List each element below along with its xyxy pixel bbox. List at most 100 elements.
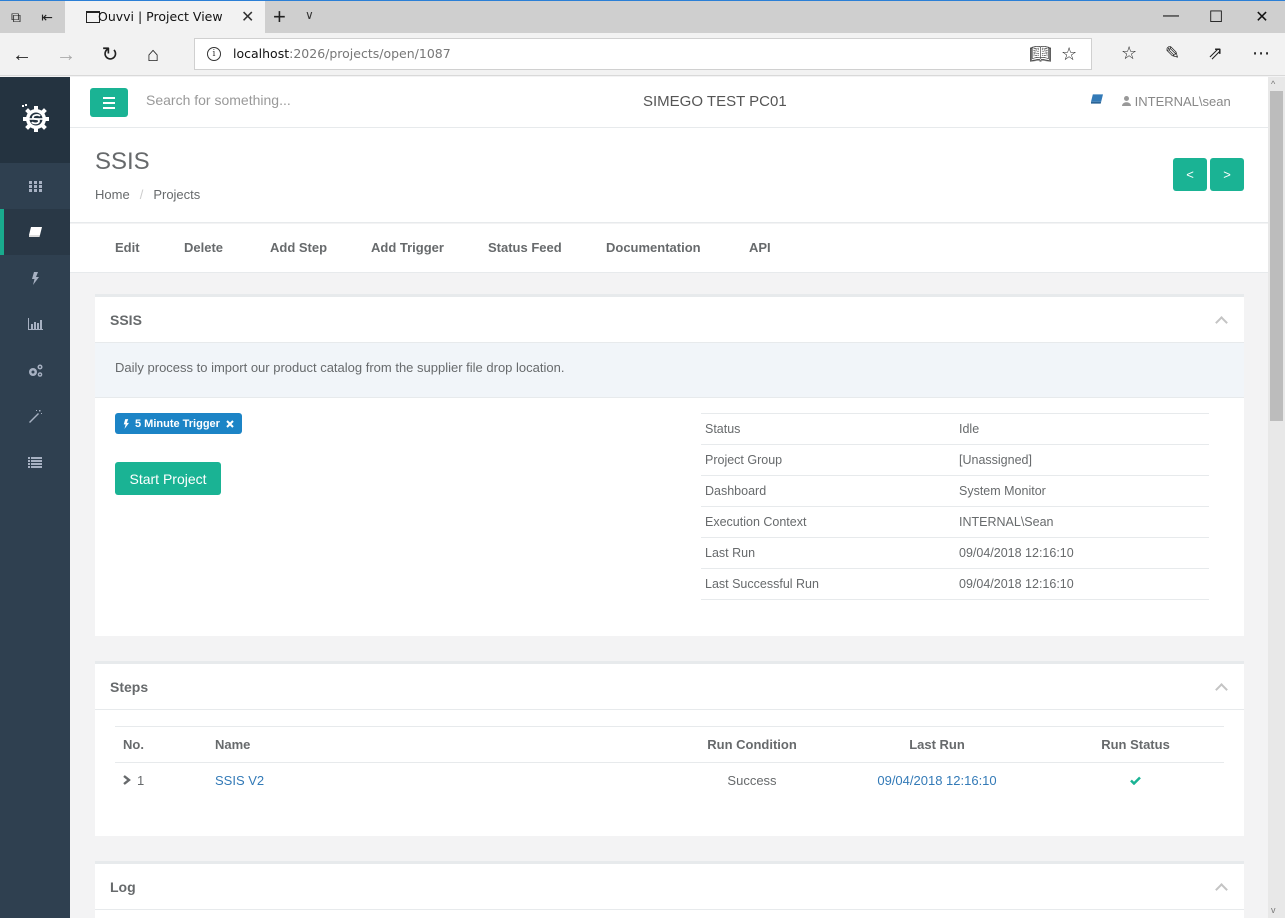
minimize-icon[interactable]: — [1156, 7, 1186, 25]
delete-link[interactable]: Delete [184, 240, 223, 255]
next-project-button[interactable]: > [1210, 158, 1244, 191]
log-panel-title: Log [110, 879, 136, 895]
bar-chart-icon [27, 318, 43, 330]
home-icon[interactable]: ⌂ [140, 42, 166, 68]
column-header-run-condition: Run Condition [677, 726, 827, 763]
step-last-run-link[interactable]: 09/04/2018 12:16:10 [877, 773, 996, 788]
project-panel: SSIS Daily process to import our product… [95, 294, 1244, 636]
scroll-down-arrow-icon[interactable]: v [1271, 905, 1276, 915]
bolt-icon [32, 271, 39, 285]
url-field[interactable]: i localhost:2026/projects/open/1087 📖︎ ☆ [194, 38, 1092, 70]
edit-link[interactable]: Edit [115, 240, 140, 255]
menu-toggle-button[interactable] [90, 88, 128, 117]
info-row: Project Group [Unassigned] [701, 444, 1209, 476]
column-header-no: No. [115, 726, 207, 763]
breadcrumb-home[interactable]: Home [95, 187, 130, 202]
scroll-up-arrow-icon[interactable]: ^ [1271, 79, 1275, 89]
add-step-link[interactable]: Add Step [270, 240, 327, 255]
collapse-chevron-up-icon[interactable] [1216, 682, 1226, 692]
gear-logo-icon[interactable] [21, 104, 49, 132]
sidebar-item-dashboard[interactable] [0, 163, 70, 209]
steps-table: No. Name Run Condition Last Run Run Stat… [115, 726, 1224, 799]
logo-area [0, 77, 70, 163]
info-label: Execution Context [701, 506, 955, 538]
previous-project-button[interactable]: < [1173, 158, 1207, 191]
maximize-icon[interactable]: ☐ [1201, 7, 1231, 27]
tab-manager-icon[interactable]: ⧉ [7, 8, 25, 26]
info-value[interactable]: INTERNAL\Sean [955, 506, 1209, 538]
sidebar-item-reports[interactable] [0, 301, 70, 347]
steps-panel: Steps No. Name Run Condition Last Run Ru… [95, 661, 1244, 836]
list-icon [28, 456, 42, 468]
sidebar-item-settings[interactable] [0, 347, 70, 393]
magic-wand-icon [28, 409, 42, 423]
documentation-book-icon[interactable] [1091, 94, 1103, 104]
url-path: :2026/projects/open/1087 [289, 46, 451, 61]
collapse-chevron-up-icon[interactable] [1216, 315, 1226, 325]
start-project-button[interactable]: Start Project [115, 462, 221, 495]
back-icon[interactable]: ← [9, 42, 35, 68]
grid-icon [28, 180, 42, 192]
column-header-name: Name [207, 726, 677, 763]
machine-name: SIMEGO TEST PC01 [643, 93, 787, 110]
scrollbar-thumb[interactable] [1270, 91, 1283, 421]
more-icon[interactable]: ⋯ [1252, 43, 1270, 64]
info-row: Last Successful Run 09/04/2018 12:16:10 [701, 568, 1209, 600]
info-icon[interactable]: i [207, 47, 221, 61]
step-name-link[interactable]: SSIS V2 [215, 773, 264, 788]
bolt-icon [123, 418, 129, 429]
project-panel-header: SSIS [95, 297, 1244, 343]
documentation-link[interactable]: Documentation [606, 240, 701, 255]
info-row: Last Run 09/04/2018 12:16:10 [701, 537, 1209, 569]
sidebar-item-triggers[interactable] [0, 255, 70, 301]
reading-view-icon[interactable]: 📖︎ [1029, 44, 1052, 65]
trigger-badge[interactable]: 5 Minute Trigger [115, 413, 242, 434]
window-close-icon[interactable]: ✕ [1247, 7, 1277, 27]
api-link[interactable]: API [749, 240, 771, 255]
steps-header-row: No. Name Run Condition Last Run Run Stat… [115, 726, 1224, 763]
user-menu[interactable]: INTERNAL\sean [1122, 94, 1231, 109]
sidebar-item-projects[interactable] [0, 209, 70, 255]
sidebar-item-tools[interactable] [0, 393, 70, 439]
close-tab-icon[interactable]: ✕ [241, 7, 254, 27]
status-feed-link[interactable]: Status Feed [488, 240, 562, 255]
forward-icon[interactable]: → [53, 42, 79, 68]
log-panel-header: Log [95, 864, 1244, 910]
favorites-list-icon[interactable]: ☆ [1121, 43, 1137, 64]
set-aside-tabs-icon[interactable]: ⇤ [38, 8, 56, 26]
project-panel-title: SSIS [110, 312, 142, 328]
info-label: Last Run [701, 537, 955, 569]
book-icon [28, 227, 42, 237]
collapse-chevron-up-icon[interactable] [1216, 882, 1226, 892]
step-name-cell: SSIS V2 [207, 763, 677, 799]
refresh-icon[interactable]: ↻ [97, 42, 123, 68]
web-note-icon[interactable]: ✎ [1165, 43, 1180, 64]
info-value: [Unassigned] [955, 444, 1209, 476]
step-no-cell: 1 [115, 763, 207, 799]
search-input[interactable] [146, 92, 446, 108]
project-description: Daily process to import our product cata… [95, 343, 1244, 398]
page-scrollbar[interactable]: ^ v [1268, 77, 1285, 918]
project-actions-bar: Edit Delete Add Step Add Trigger Status … [70, 224, 1268, 273]
project-info-table: Status Idle Project Group [Unassigned] Dashb… [701, 413, 1209, 600]
share-icon[interactable]: ⇗ [1208, 43, 1223, 64]
favorite-star-icon[interactable]: ☆ [1061, 44, 1077, 65]
tab-preview-chevron-icon[interactable]: ∨ [305, 8, 314, 22]
add-trigger-link[interactable]: Add Trigger [371, 240, 444, 255]
column-header-last-run: Last Run [827, 726, 1047, 763]
log-panel: Log [95, 861, 1244, 918]
remove-trigger-icon[interactable] [226, 419, 234, 428]
username: INTERNAL\sean [1134, 94, 1231, 109]
info-label: Dashboard [701, 475, 955, 507]
breadcrumb-projects[interactable]: Projects [153, 187, 200, 202]
hamburger-icon [103, 96, 115, 99]
column-header-run-status: Run Status [1047, 726, 1224, 763]
browser-tab[interactable]: Ouvvi | Project View ✕ [65, 1, 265, 34]
url-text: localhost:2026/projects/open/1087 [233, 46, 451, 61]
expand-chevron-right-icon[interactable] [123, 775, 131, 786]
info-label: Status [701, 413, 955, 445]
new-tab-icon[interactable]: + [273, 4, 286, 30]
info-value[interactable]: System Monitor [955, 475, 1209, 507]
top-navbar: SIMEGO TEST PC01 INTERNAL\sean [70, 77, 1268, 128]
sidebar-item-list[interactable] [0, 439, 70, 485]
